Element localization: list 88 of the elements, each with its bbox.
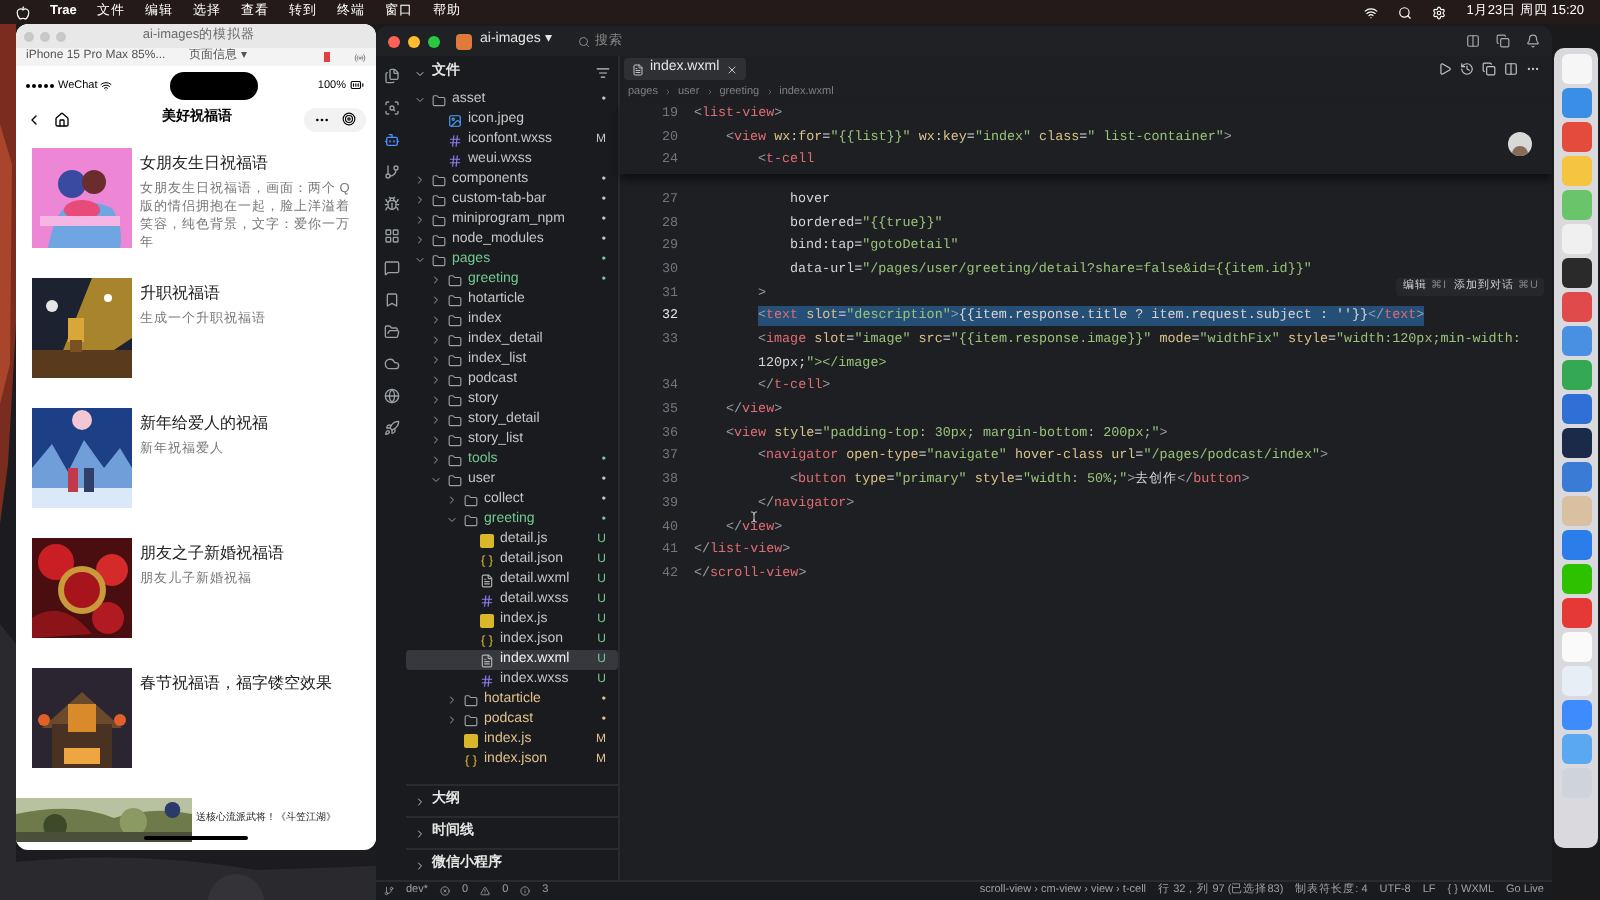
control-center-icon[interactable] xyxy=(1432,5,1447,19)
folder-icon xyxy=(448,373,462,387)
file-icon xyxy=(632,63,644,75)
image-file-icon xyxy=(448,113,462,127)
folder-icon xyxy=(464,693,478,707)
warning-icon xyxy=(480,886,491,896)
split-icon[interactable] xyxy=(1504,62,1518,76)
folder-icon xyxy=(448,473,462,487)
js-file-icon xyxy=(480,613,494,627)
folder-icon xyxy=(448,353,462,367)
wifi-icon xyxy=(99,79,112,92)
branch-icon[interactable] xyxy=(383,164,399,180)
hash-icon xyxy=(448,133,462,147)
item-title: 朋友之子新婚祝福语 xyxy=(140,542,284,567)
bot-icon[interactable] xyxy=(383,132,399,148)
folder-icon xyxy=(432,93,446,107)
play-icon[interactable] xyxy=(1438,62,1452,76)
item-title: 春节祝福语，福字镂空效果 xyxy=(140,672,332,697)
battery-icon xyxy=(348,78,366,93)
back-icon[interactable] xyxy=(26,111,42,128)
scan-search-icon[interactable] xyxy=(383,100,399,116)
braces-icon xyxy=(464,753,478,767)
folder-icon xyxy=(448,333,462,347)
folder-icon xyxy=(448,313,462,327)
folder-icon xyxy=(432,213,446,227)
dynamic-island xyxy=(170,71,259,100)
folder-icon xyxy=(432,193,446,207)
capsule-menu[interactable] xyxy=(304,107,366,132)
folder-icon xyxy=(464,513,478,527)
folder-icon xyxy=(448,413,462,427)
hash-icon xyxy=(480,673,494,687)
layout-icon[interactable] xyxy=(1466,34,1480,48)
braces-icon xyxy=(480,553,494,567)
cloud-icon[interactable] xyxy=(383,356,399,372)
target-icon xyxy=(342,112,356,127)
files-icon[interactable] xyxy=(383,68,399,84)
globe-icon[interactable] xyxy=(383,388,399,404)
apple-icon xyxy=(16,5,30,19)
item-title: 女朋友生日祝福语 xyxy=(140,152,270,177)
list-item[interactable]: 春节祝福语，福字镂空效果 xyxy=(16,668,376,799)
app-icon[interactable] xyxy=(1561,258,1591,288)
hash-icon xyxy=(480,593,494,607)
branch-icon xyxy=(384,886,394,896)
folder-icon xyxy=(448,453,462,467)
chevron-down-icon xyxy=(414,67,426,79)
history-icon[interactable] xyxy=(1460,62,1474,76)
more-icon[interactable] xyxy=(1526,62,1540,76)
home-indicator xyxy=(144,836,248,841)
signal-icon xyxy=(26,83,54,88)
search-icon xyxy=(578,35,591,47)
item-title: 升职祝福语 xyxy=(140,282,222,307)
copy-icon[interactable] xyxy=(1482,62,1496,76)
rocket-icon[interactable] xyxy=(383,420,399,436)
text-cursor-icon xyxy=(748,510,760,524)
hash-icon xyxy=(448,153,462,167)
js-file-icon xyxy=(464,733,478,747)
home-icon[interactable] xyxy=(54,111,70,128)
file-icon xyxy=(480,573,494,587)
record-icon[interactable] xyxy=(324,52,330,63)
chat-icon[interactable] xyxy=(383,260,399,276)
js-file-icon xyxy=(480,533,494,547)
app-icon[interactable] xyxy=(1561,428,1591,458)
folder-icon[interactable] xyxy=(383,324,399,340)
folder-icon xyxy=(464,493,478,507)
error-icon xyxy=(440,886,451,896)
bookmark-icon[interactable] xyxy=(383,292,399,308)
item-title: 新年给爱人的祝福 xyxy=(140,412,268,437)
folder-icon xyxy=(432,233,446,247)
info-icon xyxy=(520,886,531,896)
folder-icon xyxy=(448,393,462,407)
grid-icon[interactable] xyxy=(383,228,399,244)
panel-icon[interactable] xyxy=(1496,34,1510,48)
search-icon[interactable] xyxy=(1398,5,1413,19)
close-icon[interactable] xyxy=(725,63,738,75)
sound-icon[interactable] xyxy=(354,51,366,64)
file-icon xyxy=(480,653,494,667)
bug-icon[interactable] xyxy=(383,196,399,212)
folder-icon xyxy=(448,273,462,287)
folder-icon xyxy=(448,433,462,447)
folder-icon xyxy=(432,253,446,267)
wifi-icon[interactable] xyxy=(1364,5,1379,19)
folder-icon xyxy=(432,173,446,187)
braces-icon xyxy=(480,633,494,647)
filter-icon[interactable] xyxy=(596,66,610,80)
project-logo-icon xyxy=(456,33,472,49)
folder-icon xyxy=(448,293,462,307)
folder-icon xyxy=(464,713,478,727)
bell-icon[interactable] xyxy=(1526,34,1540,48)
